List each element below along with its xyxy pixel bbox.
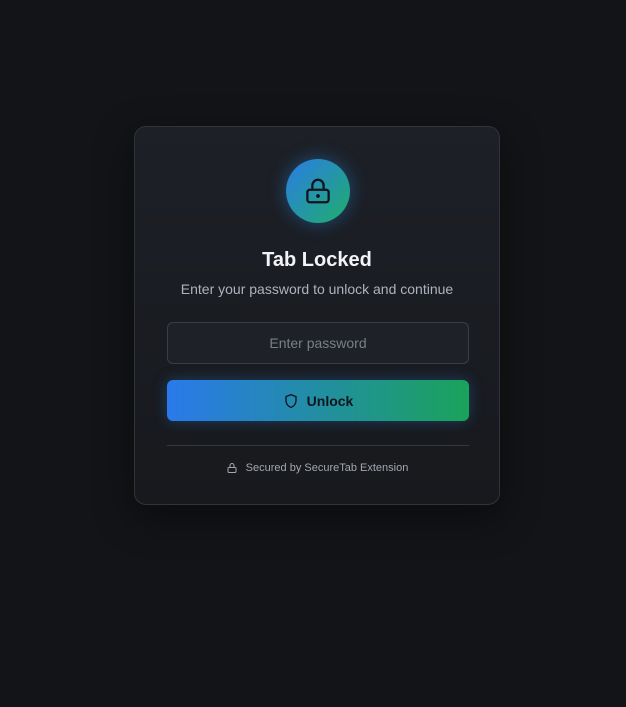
security-footer: Secured by SecureTab Extension <box>135 461 499 475</box>
lock-icon <box>306 178 330 204</box>
unlock-button[interactable]: Unlock <box>167 380 469 421</box>
page-title: Tab Locked <box>262 249 372 271</box>
divider <box>167 445 469 446</box>
footer-text: Secured by SecureTab Extension <box>245 462 409 474</box>
unlock-button-label: Unlock <box>306 392 354 409</box>
lock-icon <box>227 463 237 473</box>
password-field[interactable] <box>167 322 469 364</box>
lock-badge <box>286 159 350 223</box>
shield-icon <box>284 393 297 408</box>
page-subtitle: Enter your password to unlock and contin… <box>180 281 454 297</box>
lock-card: Tab Locked Enter your password to unlock… <box>134 126 500 505</box>
